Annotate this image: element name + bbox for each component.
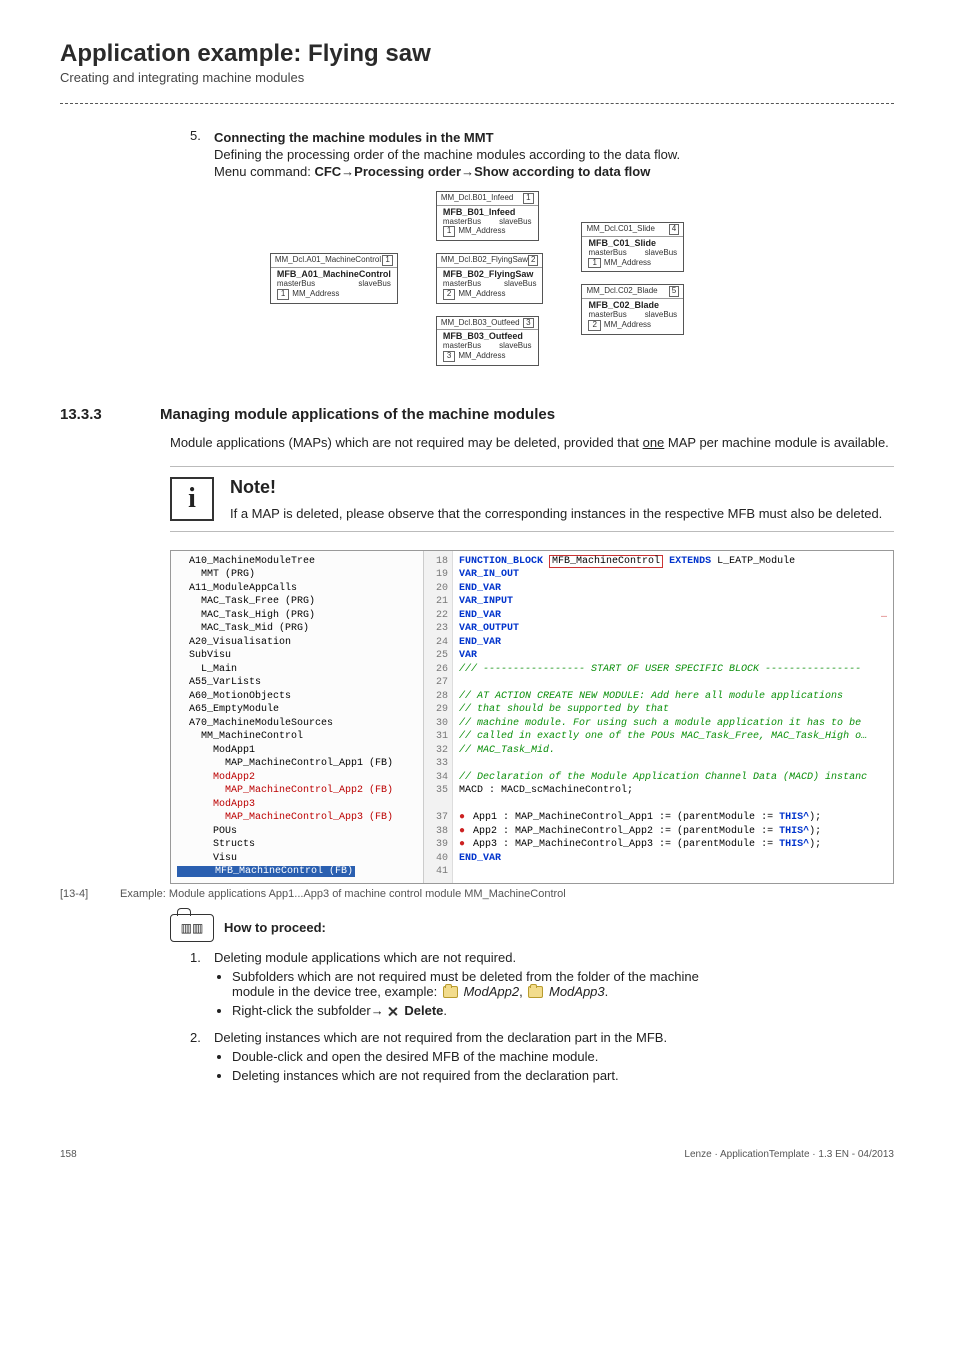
proc-step-2: 2. Deleting instances which are not requ…: [190, 1030, 894, 1089]
tree-item[interactable]: MM_MachineControl: [177, 730, 417, 744]
note-title: Note!: [230, 477, 894, 498]
step-number: 5.: [190, 128, 214, 143]
page-title: Application example: Flying saw: [60, 40, 894, 68]
diagram-block: MM_Dcl.B03_Outfeed3MFB_B03_Outfeedmaster…: [436, 316, 539, 366]
bullet: Subfolders which are not required must b…: [232, 969, 894, 999]
tree-item[interactable]: A10_MachineModuleTree: [177, 555, 417, 569]
bullet: Deleting instances which are not require…: [232, 1068, 894, 1083]
note-box: i Note! If a MAP is deleted, please obse…: [170, 466, 894, 532]
footer: 158 Lenze · ApplicationTemplate · 1.3 EN…: [60, 1149, 894, 1160]
mmt-diagram: MM_Dcl.A01_MachineControl1MFB_A01_Machin…: [60, 191, 894, 366]
diagram-block: MM_Dcl.C01_Slide4MFB_C01_SlidemasterBuss…: [581, 222, 684, 272]
tree-item[interactable]: MAC_Task_High (PRG): [177, 609, 417, 623]
tree-item[interactable]: MAC_Task_Free (PRG): [177, 595, 417, 609]
tree-item[interactable]: Structs: [177, 838, 417, 852]
tree-item[interactable]: MAP_MachineControl_App3 (FB): [177, 811, 417, 825]
project-tree[interactable]: A10_MachineModuleTree MMT (PRG) A11_Modu…: [171, 551, 424, 883]
tree-item[interactable]: ModApp1: [177, 744, 417, 758]
section-title: Managing module applications of the mach…: [160, 406, 555, 423]
tree-item[interactable]: MAC_Task_Mid (PRG): [177, 622, 417, 636]
section-body: Module applications (MAPs) which are not…: [170, 435, 894, 450]
tree-item[interactable]: ModApp2: [177, 771, 417, 785]
proceed-icon: ▥▥: [170, 914, 214, 942]
step-line: Menu command: CFC→Processing order→Show …: [214, 164, 894, 179]
page-subtitle: Creating and integrating machine modules: [60, 70, 894, 85]
section-number: 13.3.3: [60, 406, 140, 423]
tree-item[interactable]: Visu: [177, 852, 417, 866]
tree-item[interactable]: MMT (PRG): [177, 568, 417, 582]
tree-item[interactable]: MAP_MachineControl_App1 (FB): [177, 757, 417, 771]
diagram-block: MM_Dcl.C02_Blade5MFB_C02_BlademasterBuss…: [581, 284, 684, 334]
code-body: FUNCTION_BLOCK MFB_MachineControl EXTEND…: [453, 551, 893, 883]
diagram-block: MM_Dcl.A01_MachineControl1MFB_A01_Machin…: [270, 253, 398, 303]
note-body: If a MAP is deleted, please observe that…: [230, 506, 894, 521]
tree-item[interactable]: A70_MachineModuleSources: [177, 717, 417, 731]
tree-item[interactable]: A11_ModuleAppCalls: [177, 582, 417, 596]
step-5: 5. Connecting the machine modules in the…: [190, 128, 894, 181]
diagram-block: MM_Dcl.B01_Infeed1MFB_B01_InfeedmasterBu…: [436, 191, 539, 241]
info-icon: i: [170, 477, 214, 521]
code-screenshot: A10_MachineModuleTree MMT (PRG) A11_Modu…: [170, 550, 894, 884]
proc-step-1: 1. Deleting module applications which ar…: [190, 950, 894, 1024]
tree-item[interactable]: MFB_MachineControl (FB): [177, 865, 417, 879]
tree-item[interactable]: L_Main: [177, 663, 417, 677]
bullet: Right-click the subfolder→ Delete.: [232, 1003, 894, 1018]
tree-item[interactable]: A55_VarLists: [177, 676, 417, 690]
tree-item[interactable]: A65_EmptyModule: [177, 703, 417, 717]
step-title: Connecting the machine modules in the MM…: [214, 130, 894, 145]
tree-item[interactable]: ModApp3: [177, 798, 417, 812]
tree-item[interactable]: MAP_MachineControl_App2 (FB): [177, 784, 417, 798]
footer-meta: Lenze · ApplicationTemplate · 1.3 EN - 0…: [684, 1149, 894, 1160]
bullet: Double-click and open the desired MFB of…: [232, 1049, 894, 1064]
figure-caption: [13-4]Example: Module applications App1.…: [60, 888, 894, 900]
folder-icon: [443, 986, 458, 998]
tree-item[interactable]: SubVisu: [177, 649, 417, 663]
tree-item[interactable]: A60_MotionObjects: [177, 690, 417, 704]
how-to-proceed: ▥▥ How to proceed:: [170, 914, 894, 942]
delete-icon: [387, 1006, 398, 1017]
tree-item[interactable]: A20_Visualisation: [177, 636, 417, 650]
line-numbers: 181920212223242526272829303132333435 373…: [424, 551, 453, 883]
page-number: 158: [60, 1149, 77, 1160]
folder-icon: [528, 986, 543, 998]
divider: [60, 103, 894, 104]
tree-item[interactable]: POUs: [177, 825, 417, 839]
step-line: Defining the processing order of the mac…: [214, 147, 894, 162]
diagram-block: MM_Dcl.B02_FlyingSaw2MFB_B02_FlyingSawma…: [436, 253, 544, 303]
